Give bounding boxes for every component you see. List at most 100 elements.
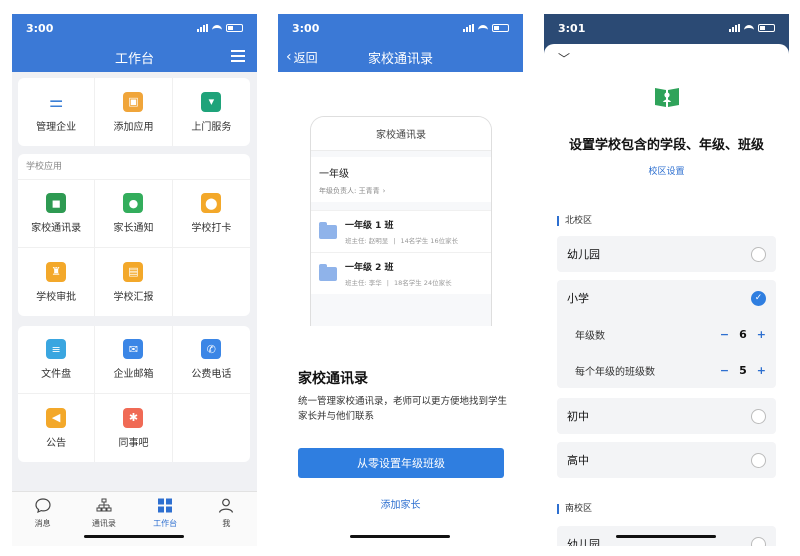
radio-button[interactable] xyxy=(751,536,766,546)
back-label: 返回 xyxy=(293,50,318,65)
setting-label: 每个年级的班级数 xyxy=(575,366,655,378)
grade-owner: 年级负责人: 王青青 xyxy=(319,187,380,195)
class-count-row: 每个年级的班级数 − 5 + xyxy=(557,352,776,388)
app-label: 学校审批 xyxy=(36,291,77,303)
signal-icon xyxy=(729,24,740,32)
chat-bubble-icon: ● xyxy=(123,193,144,213)
stage-label: 初中 xyxy=(567,410,589,423)
wifi-icon xyxy=(212,24,222,32)
app-label: 家长通知 xyxy=(113,223,154,234)
school-setup-screen: 3:01 ﹀ 设置学校包含的学段、年级、班级 校区设置 北校区 幼儿园 小学 ✓… xyxy=(544,14,789,546)
app-label: 公费电话 xyxy=(191,369,232,380)
section-title: 学校应用 xyxy=(18,154,250,180)
setup-title: 设置学校包含的学段、年级、班级 xyxy=(568,138,764,153)
class-stats: 18名学生 24位家长 xyxy=(393,279,452,287)
app-label: 企业邮箱 xyxy=(113,369,154,380)
preview-mockup: 家校通讯录 一年级 年级负责人: 王青青 › 一年级 1 班班主任: 赵明显 | 1… xyxy=(310,116,492,326)
empty-cell xyxy=(173,394,250,462)
status-bar: 3:00 xyxy=(278,14,523,42)
wifi-icon xyxy=(744,24,754,32)
stage-label: 高中 xyxy=(567,454,589,467)
contacts-intro-screen: 3:00 ‹ 返回 家校通讯录 家校通讯录 一年级 年级负责人: 王青青 › 一… xyxy=(278,14,523,546)
app-stamp[interactable]: ♜ 学校审批 xyxy=(18,248,96,316)
campus-settings-link[interactable]: 校区设置 xyxy=(544,164,789,177)
stamp-icon: ♜ xyxy=(46,261,67,282)
tab-label: 消息 xyxy=(34,519,51,528)
app-phone[interactable]: ✆ 公费电话 xyxy=(172,326,250,394)
stage-label: 幼儿园 xyxy=(567,538,600,546)
mock-class-row: 一年级 2 班班主任: 李华 | 18名学生 24位家长 xyxy=(311,252,491,294)
app-label: 公告 xyxy=(46,437,67,449)
page-title: 工作台 xyxy=(114,51,154,67)
tab-person[interactable]: 我 xyxy=(196,498,257,546)
battery-icon xyxy=(226,24,243,32)
screenshot-collage: 3:00 工作台 ⚌ 管理企业 ▣ 添加应用 ▾ 上门服务 学校应用 ◼ 家校通讯录 ● 家长通… xyxy=(0,0,800,556)
app-contact-card[interactable]: ◼ 家校通讯录 xyxy=(18,180,96,248)
grid-icon xyxy=(157,498,173,515)
app-report[interactable]: ▤ 学校汇报 xyxy=(95,248,173,316)
class-teacher: 班主任: 赵明显 xyxy=(345,237,389,245)
app-label: 添加应用 xyxy=(113,121,154,133)
app-megaphone[interactable]: ◀ 公告 xyxy=(18,394,96,462)
top-apps-card: ⚌ 管理企业 ▣ 添加应用 ▾ 上门服务 xyxy=(18,78,250,146)
battery-icon xyxy=(492,24,509,32)
app-mail[interactable]: ✉ 企业邮箱 xyxy=(95,326,173,394)
mock-title: 家校通讯录 xyxy=(311,117,491,151)
tab-message[interactable]: 消息 xyxy=(12,498,73,546)
nav-bar: ‹ 返回 家校通讯录 xyxy=(278,42,523,72)
more-apps-card: ≡ 文件盘 ✉ 企业邮箱 ✆ 公费电话 ◀ 公告 ✱ 同事吧 xyxy=(18,326,250,462)
message-icon xyxy=(35,498,51,515)
class-stats: 14名学生 16位家长 xyxy=(400,237,459,245)
add-parents-link[interactable]: 添加家长 xyxy=(278,496,523,511)
minus-icon[interactable]: − xyxy=(720,364,729,377)
app-database[interactable]: ≡ 文件盘 xyxy=(18,326,96,394)
setup-sheet: ﹀ 设置学校包含的学段、年级、班级 校区设置 北校区 幼儿园 小学 ✓ 年级数 … xyxy=(544,44,789,546)
chevron-down-icon[interactable]: ﹀ xyxy=(558,50,570,67)
app-label: 同事吧 xyxy=(118,437,149,449)
app-tie[interactable]: ▾ 上门服务 xyxy=(173,78,250,146)
stage-option-high[interactable]: 高中 xyxy=(557,442,776,478)
stage-option-middle[interactable]: 初中 xyxy=(557,398,776,434)
stage-option-primary[interactable]: 小学 ✓ 年级数 − 6 + 每个年级的班级数 − 5 + xyxy=(557,280,776,388)
feature-heading: 家校通讯录 xyxy=(298,371,368,387)
app-chat-bubble[interactable]: ● 家长通知 xyxy=(95,180,173,248)
folder-icon xyxy=(319,221,337,239)
status-time: 3:00 xyxy=(292,21,320,35)
empty-cell xyxy=(173,248,250,316)
location-pin-icon: ⬤ xyxy=(201,193,222,213)
app-label: 文件盘 xyxy=(41,369,72,380)
app-share-hub[interactable]: ✱ 同事吧 xyxy=(95,394,173,462)
radio-button[interactable] xyxy=(751,246,766,262)
app-location-pin[interactable]: ⬤ 学校打卡 xyxy=(172,180,250,248)
campus-label-north: 北校区 xyxy=(557,216,592,226)
chevron-right-icon: › xyxy=(382,187,386,195)
mock-grade: 一年级 年级负责人: 王青青 › xyxy=(311,157,491,202)
page-title: 家校通讯录 xyxy=(367,51,433,67)
campus-label-south: 南校区 xyxy=(557,504,592,514)
app-label: 管理企业 xyxy=(36,121,77,133)
phone-icon: ✆ xyxy=(201,339,222,359)
share-hub-icon: ✱ xyxy=(123,407,144,428)
feature-description: 统一管理家校通讯录，老师可以更方便地找到学生家长并与他们联系 xyxy=(298,396,508,422)
class-name: 一年级 1 班 xyxy=(345,221,394,231)
sliders-icon: ⚌ xyxy=(48,92,64,111)
check-circle-icon[interactable]: ✓ xyxy=(751,290,766,306)
app-sliders[interactable]: ⚌ 管理企业 xyxy=(18,78,96,146)
radio-button[interactable] xyxy=(751,408,766,424)
app-add-app[interactable]: ▣ 添加应用 xyxy=(95,78,173,146)
plus-icon[interactable]: + xyxy=(757,364,766,377)
back-button[interactable]: ‹ 返回 xyxy=(286,42,318,72)
tab-org-chart[interactable]: 通讯录 xyxy=(73,498,134,546)
status-bar: 3:00 xyxy=(12,14,257,42)
app-label: 学校打卡 xyxy=(191,223,232,234)
setup-grades-button[interactable]: 从零设置年级班级 xyxy=(298,448,504,478)
chevron-left-icon: ‹ xyxy=(286,49,292,65)
settings-list-icon[interactable] xyxy=(231,50,245,63)
radio-button[interactable] xyxy=(751,452,766,468)
plus-icon[interactable]: + xyxy=(757,328,766,341)
megaphone-icon: ◀ xyxy=(46,407,67,428)
tab-label: 通讯录 xyxy=(91,519,116,528)
minus-icon[interactable]: − xyxy=(720,328,729,341)
tab-grid[interactable]: 工作台 xyxy=(135,498,196,546)
stage-option-kindergarten[interactable]: 幼儿园 xyxy=(557,236,776,272)
